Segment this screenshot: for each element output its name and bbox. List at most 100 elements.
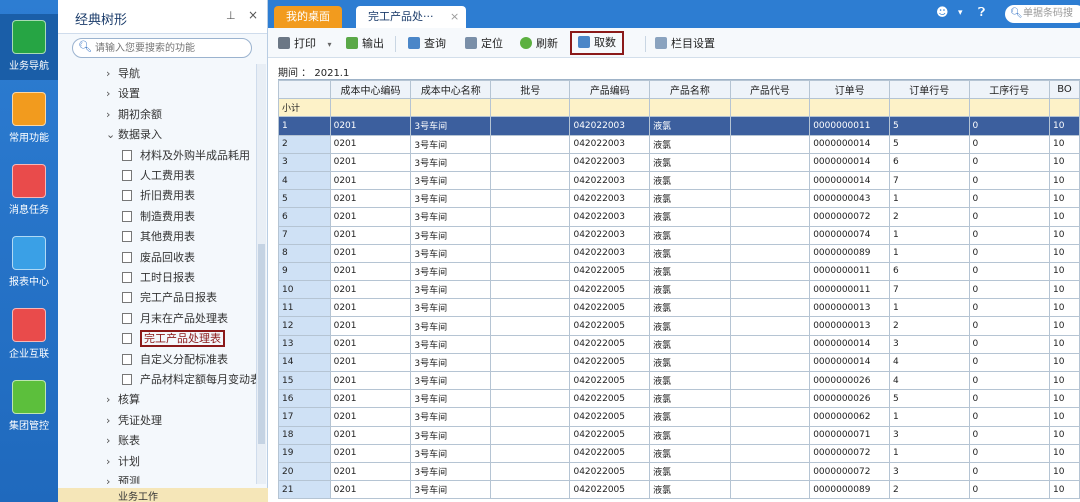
column-header[interactable]: 成本中心编码 xyxy=(329,80,412,100)
tree-item[interactable]: 自定义分配标准表 xyxy=(122,350,228,370)
table-cell[interactable]: 6 xyxy=(888,152,970,172)
table-cell[interactable] xyxy=(490,134,571,154)
tree-search-box[interactable]: 🔍︎ xyxy=(72,38,252,58)
table-cell[interactable]: 液氯 xyxy=(649,207,731,227)
table-cell[interactable] xyxy=(729,425,811,445)
table-cell[interactable]: 0000000011 xyxy=(809,116,890,136)
table-cell[interactable]: 10 xyxy=(1049,261,1080,282)
table-cell[interactable]: 3号车间 xyxy=(410,298,492,318)
table-cell[interactable] xyxy=(490,207,571,227)
tree-item[interactable]: 完工产品日报表 xyxy=(122,288,217,308)
table-cell[interactable]: 042022003 xyxy=(569,189,651,209)
table-cell[interactable]: 0000000089 xyxy=(809,243,890,263)
top-search-box[interactable]: 🔍︎ 单据条码搜 xyxy=(1005,5,1080,23)
table-cell[interactable]: 1 xyxy=(888,225,970,245)
table-cell[interactable]: 0 xyxy=(968,189,1051,209)
table-cell[interactable]: 10 xyxy=(1049,152,1080,172)
column-header[interactable]: 订单号 xyxy=(809,80,890,100)
table-cell[interactable]: 0000000013 xyxy=(809,298,890,318)
table-cell[interactable]: 0 xyxy=(968,443,1051,463)
table-cell[interactable]: 3号车间 xyxy=(410,207,492,227)
table-cell[interactable]: 042022003 xyxy=(569,134,651,154)
tree-item[interactable]: 完工产品处理表 xyxy=(122,329,225,349)
table-cell[interactable]: 1 xyxy=(888,407,970,427)
table-cell[interactable]: 3号车间 xyxy=(410,316,492,336)
table-cell[interactable]: 液氯 xyxy=(649,316,731,336)
table-cell[interactable] xyxy=(490,461,571,482)
tree-item[interactable]: 月末在产品处理表 xyxy=(122,309,228,329)
table-cell[interactable]: 液氯 xyxy=(649,443,731,463)
table-cell[interactable] xyxy=(729,334,811,354)
tree-item[interactable]: 折旧费用表 xyxy=(122,186,195,206)
table-cell[interactable]: 液氯 xyxy=(649,425,731,445)
table-cell[interactable]: 3号车间 xyxy=(410,461,492,482)
table-cell[interactable] xyxy=(490,443,571,463)
row-number[interactable]: 20 xyxy=(278,461,331,482)
table-cell[interactable]: 0 xyxy=(968,134,1051,154)
table-cell[interactable]: 3号车间 xyxy=(410,443,492,463)
table-cell[interactable] xyxy=(490,152,571,172)
table-cell[interactable]: 0000000014 xyxy=(809,334,890,354)
table-cell[interactable]: 0000000014 xyxy=(809,152,890,172)
table-cell[interactable]: 042022003 xyxy=(569,170,651,191)
table-cell[interactable]: 10 xyxy=(1049,116,1080,136)
table-cell[interactable]: 0201 xyxy=(329,243,412,263)
table-cell[interactable] xyxy=(729,298,811,318)
table-cell[interactable]: 042022003 xyxy=(569,243,651,263)
chevron-icon[interactable]: ⌄ xyxy=(106,125,118,145)
table-cell[interactable]: 042022003 xyxy=(569,116,651,136)
table-cell[interactable] xyxy=(490,352,571,373)
tree-footer[interactable]: 业务工作 xyxy=(58,488,268,502)
column-header[interactable]: BO xyxy=(1049,80,1080,100)
rail-item-3[interactable]: 报表中心 xyxy=(0,230,58,296)
locate-button[interactable]: 定位 xyxy=(465,35,503,53)
help-icon[interactable]: ❓︎ xyxy=(978,5,985,20)
table-cell[interactable]: 042022005 xyxy=(569,298,651,318)
table-cell[interactable] xyxy=(729,443,811,463)
table-cell[interactable] xyxy=(490,425,571,445)
table-row[interactable]: 14 0201 3号车间 042022005 液氯 0000000014 4 0 10 xyxy=(278,352,1080,373)
table-cell[interactable]: 0 xyxy=(968,461,1051,482)
tree-item[interactable]: 人工费用表 xyxy=(122,166,195,186)
table-cell[interactable]: 042022005 xyxy=(569,261,651,282)
tree-item[interactable]: 工时日报表 xyxy=(122,268,195,288)
chevron-icon[interactable]: › xyxy=(106,84,118,104)
smile-icon[interactable]: ☻ xyxy=(936,5,949,19)
table-cell[interactable]: 0 xyxy=(968,316,1051,336)
table-cell[interactable]: 液氯 xyxy=(649,407,731,427)
column-header[interactable]: 产品编码 xyxy=(569,80,651,100)
table-cell[interactable] xyxy=(490,316,571,336)
table-cell[interactable]: 液氯 xyxy=(649,370,731,391)
row-number[interactable]: 17 xyxy=(278,407,331,427)
table-cell[interactable] xyxy=(729,480,811,500)
table-cell[interactable]: 0201 xyxy=(329,443,412,463)
table-cell[interactable]: 3 xyxy=(888,334,970,354)
table-cell[interactable]: 10 xyxy=(1049,389,1080,409)
table-cell[interactable]: 0000000014 xyxy=(809,134,890,154)
table-row[interactable]: 1 0201 3号车间 042022003 液氯 0000000011 5 0 10 xyxy=(278,116,1080,136)
table-cell[interactable]: 0 xyxy=(968,334,1051,354)
tab-current[interactable]: 完工产品处··· × xyxy=(356,6,466,28)
table-cell[interactable]: 0201 xyxy=(329,407,412,427)
print-button[interactable]: 打印 ▾ xyxy=(278,35,332,53)
table-cell[interactable]: 0 xyxy=(968,152,1051,172)
table-cell[interactable]: 0201 xyxy=(329,116,412,136)
table-cell[interactable]: 6 xyxy=(888,261,970,282)
table-cell[interactable]: 3号车间 xyxy=(410,134,492,154)
table-cell[interactable]: 0000000026 xyxy=(809,389,890,409)
table-cell[interactable]: 0000000014 xyxy=(809,352,890,373)
table-cell[interactable]: 0 xyxy=(968,480,1051,500)
table-cell[interactable]: 042022003 xyxy=(569,152,651,172)
table-cell[interactable]: 0 xyxy=(968,170,1051,191)
table-row[interactable]: 21 0201 3号车间 042022005 液氯 0000000089 2 0 10 xyxy=(278,480,1080,500)
table-cell[interactable]: 10 xyxy=(1049,316,1080,336)
column-header[interactable]: 成本中心名称 xyxy=(410,80,492,100)
table-cell[interactable]: 0201 xyxy=(329,298,412,318)
table-row[interactable]: 8 0201 3号车间 042022003 液氯 0000000089 1 0 10 xyxy=(278,243,1080,263)
tree-item[interactable]: 材料及外购半成品耗用 xyxy=(122,146,250,166)
table-cell[interactable] xyxy=(729,280,811,300)
table-cell[interactable]: 7 xyxy=(888,170,970,191)
table-cell[interactable] xyxy=(729,352,811,373)
table-cell[interactable]: 液氯 xyxy=(649,389,731,409)
column-header[interactable]: 产品名称 xyxy=(649,80,731,100)
